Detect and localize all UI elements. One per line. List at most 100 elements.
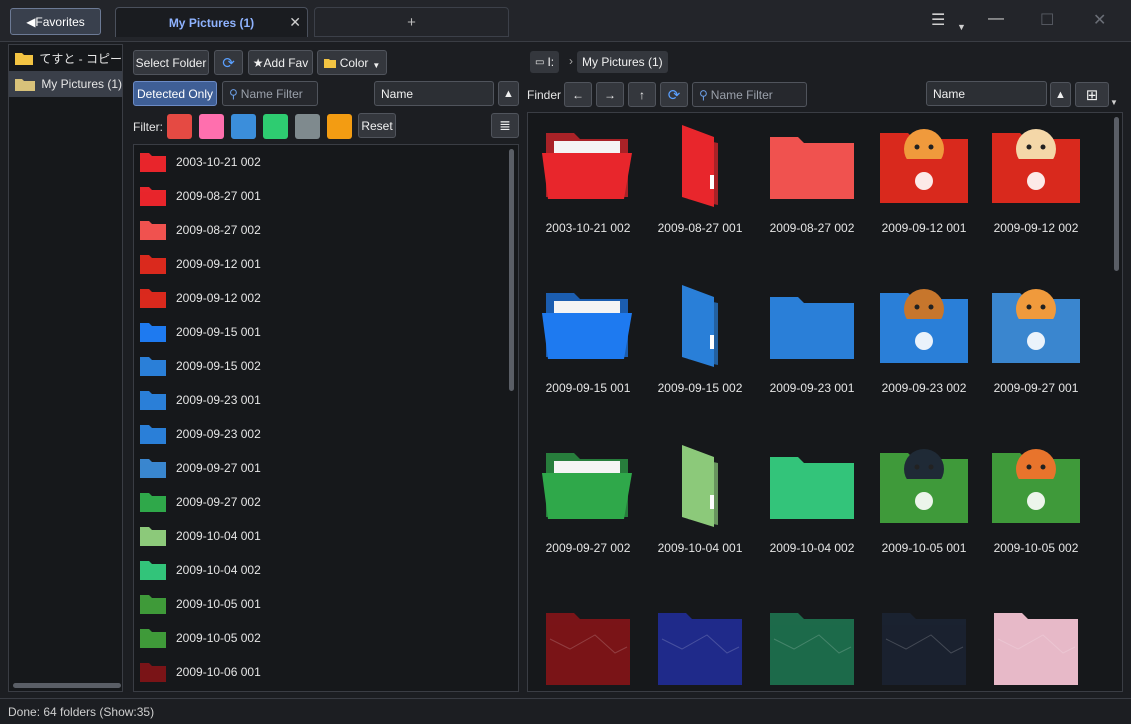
up-button[interactable]: ↑ — [628, 82, 656, 107]
sort-select[interactable]: Name — [374, 81, 494, 106]
list-item-label: 2009-10-05 002 — [176, 631, 261, 645]
select-folder-button[interactable]: Select Folder — [133, 50, 209, 75]
close-window-icon[interactable]: ✕ — [1093, 10, 1106, 30]
list-item-label: 2003-10-21 002 — [176, 155, 261, 169]
list-item[interactable]: 2003-10-21 002 — [134, 145, 518, 179]
vertical-scrollbar[interactable] — [1114, 117, 1119, 271]
tab-my-pictures[interactable]: My Pictures (1) ✕ — [115, 7, 308, 37]
menu-icon[interactable]: ☰ — [931, 10, 945, 30]
folder-thumbnail[interactable]: 2009-09-23 001 — [756, 275, 868, 435]
list-item-label: 2009-09-27 001 — [176, 461, 261, 475]
list-item[interactable]: 2009-09-27 002 — [134, 485, 518, 519]
new-tab-button[interactable]: + — [314, 7, 509, 37]
view-mode-button[interactable]: ⊞ — [1075, 82, 1109, 107]
folder-thumbnail[interactable] — [644, 595, 756, 691]
list-item[interactable]: 2009-09-27 001 — [134, 451, 518, 485]
finder-refresh-button[interactable]: ⟳ — [660, 82, 688, 107]
drive-breadcrumb[interactable]: ▭ I: — [530, 51, 560, 73]
list-item-label: 2009-09-15 001 — [176, 325, 261, 339]
list-item[interactable]: 2009-09-15 001 — [134, 315, 518, 349]
view-mode-chevron-icon[interactable]: ▼ — [1110, 98, 1118, 107]
folder-thumbnail[interactable]: 2003-10-21 002 — [532, 115, 644, 275]
list-item[interactable]: 2009-09-23 002 — [134, 417, 518, 451]
filter-gray-swatch[interactable] — [295, 114, 320, 139]
reset-filter-button[interactable]: Reset — [358, 113, 396, 138]
texture-folder-icon — [988, 599, 1084, 689]
list-item[interactable]: 2009-10-04 002 — [134, 553, 518, 587]
tab-close-icon[interactable]: ✕ — [289, 14, 301, 31]
detected-only-toggle[interactable]: Detected Only — [133, 81, 217, 106]
list-item[interactable]: 2009-10-05 002 — [134, 621, 518, 655]
folder-thumbnail[interactable]: 2009-10-04 001 — [644, 435, 756, 595]
folder-thumbnail-label: 2009-10-04 002 — [769, 541, 855, 555]
list-item[interactable]: 2009-09-15 002 — [134, 349, 518, 383]
filter-pink-swatch[interactable] — [199, 114, 224, 139]
blue-bear-folder-icon — [138, 420, 168, 449]
folder-thumbnail[interactable]: 2009-09-27 002 — [532, 435, 644, 595]
folder-thumbnail[interactable]: 2009-10-04 002 — [756, 435, 868, 595]
status-text: Done: 64 folders (Show:35) — [8, 704, 155, 719]
list-item[interactable]: 2009-09-23 001 — [134, 383, 518, 417]
list-item[interactable]: 2009-09-12 002 — [134, 281, 518, 315]
forward-button[interactable]: → — [596, 82, 624, 107]
finder-name-filter-input[interactable]: ⚲ Name Filter — [692, 82, 807, 107]
folder-list[interactable]: 2003-10-21 002 2009-08-27 001 2009-08-27 0… — [133, 144, 519, 692]
filter-green-swatch[interactable] — [263, 114, 288, 139]
finder-panel: ▭ I: › My Pictures (1) Finder ← → ↑ ⟳ ⚲ … — [524, 44, 1126, 692]
chevron-down-icon: ▼ — [372, 61, 381, 70]
back-button[interactable]: ← — [564, 82, 592, 107]
finder-sort-direction-button[interactable]: ▲ — [1050, 82, 1071, 107]
status-bar: Done: 64 folders (Show:35) — [0, 698, 1131, 724]
dog-folder-icon — [988, 119, 1084, 209]
filter-red-swatch[interactable] — [167, 114, 192, 139]
folder-thumbnail[interactable]: 2009-09-27 001 — [980, 275, 1092, 435]
folder-thumbnail[interactable]: 2009-09-15 002 — [644, 275, 756, 435]
folder-thumbnail[interactable]: 2009-10-05 001 — [868, 435, 980, 595]
folder-thumbnail[interactable]: 2009-09-23 002 — [868, 275, 980, 435]
minimize-icon[interactable]: — — [988, 10, 1004, 28]
filter-orange-swatch[interactable] — [327, 114, 352, 139]
filter-blue-swatch[interactable] — [231, 114, 256, 139]
folder-thumbnail-label: 2009-10-05 001 — [881, 541, 967, 555]
folder-thumbnail[interactable] — [980, 595, 1092, 691]
folder-thumbnail[interactable]: 2009-09-12 002 — [980, 115, 1092, 275]
list-item[interactable]: 2009-08-27 001 — [134, 179, 518, 213]
vertical-scrollbar[interactable] — [509, 149, 514, 391]
path-breadcrumb[interactable]: My Pictures (1) — [577, 51, 668, 73]
folder-thumbnail[interactable]: 2009-10-05 002 — [980, 435, 1092, 595]
favorite-item-selected[interactable]: My Pictures (1) — [9, 71, 122, 97]
folder-thumbnail[interactable] — [868, 595, 980, 691]
list-view-button[interactable]: ≣ — [491, 113, 519, 138]
maximize-icon[interactable]: ☐ — [1040, 10, 1054, 30]
menu-dropdown-icon[interactable]: ▼ — [957, 22, 966, 32]
list-item[interactable]: 2009-10-04 001 — [134, 519, 518, 553]
red-open-folder-icon — [138, 148, 168, 177]
list-item[interactable]: 2009-10-05 001 — [134, 587, 518, 621]
red-dog-folder-icon — [138, 284, 168, 313]
refresh-button[interactable]: ⟳ — [214, 50, 243, 75]
folder-thumbnail[interactable]: 2009-08-27 001 — [644, 115, 756, 275]
folder-thumbnail[interactable]: 2009-09-12 001 — [868, 115, 980, 275]
list-item-label: 2009-08-27 002 — [176, 223, 261, 237]
list-item[interactable]: 2009-10-06 001 — [134, 655, 518, 689]
thumbnail-grid[interactable]: 2003-10-21 002 2009-08-27 001 2009-08-27 0… — [527, 112, 1123, 692]
add-fav-button[interactable]: ★Add Fav — [248, 50, 313, 75]
favorites-toggle-button[interactable]: ◀Favorites — [10, 8, 101, 35]
color-dropdown[interactable]: Color ▼ — [317, 50, 387, 75]
red-side-folder-icon — [138, 182, 168, 211]
folder-thumbnail[interactable] — [756, 595, 868, 691]
horizontal-scrollbar[interactable] — [13, 683, 121, 688]
list-item[interactable]: 2009-09-12 001 — [134, 247, 518, 281]
blue-cat-folder-icon — [138, 454, 168, 483]
finder-sort-select[interactable]: Name — [926, 81, 1047, 106]
folder-thumbnail[interactable]: 2009-08-27 002 — [756, 115, 868, 275]
list-item[interactable]: 2009-08-27 002 — [134, 213, 518, 247]
cat-folder-icon — [988, 279, 1084, 369]
name-filter-input[interactable]: ⚲ Name Filter — [222, 81, 318, 106]
folder-thumbnail-label: 2009-10-04 001 — [657, 541, 743, 555]
sort-direction-button[interactable]: ▲ — [498, 81, 519, 106]
folder-thumbnail[interactable]: 2009-09-15 001 — [532, 275, 644, 435]
folder-icon — [15, 79, 35, 91]
folder-thumbnail[interactable] — [532, 595, 644, 691]
favorite-item[interactable]: てすと - コピー — [9, 45, 122, 71]
